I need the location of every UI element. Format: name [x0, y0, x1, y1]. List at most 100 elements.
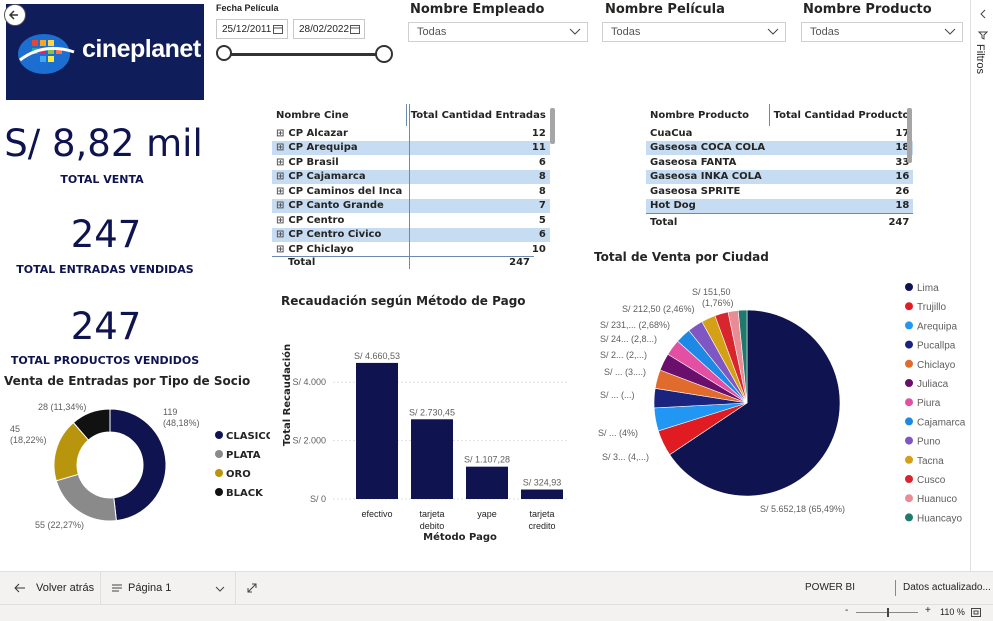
- total-label: Total: [650, 217, 678, 228]
- zoom-slider-handle[interactable]: [887, 608, 889, 617]
- powerbi-link[interactable]: POWER BI: [805, 582, 855, 593]
- back-arrow-button[interactable]: [4, 4, 26, 26]
- table-row[interactable]: ⊞ CP Brasil 6: [272, 155, 550, 170]
- table-row[interactable]: Gaseosa COCA COLA 18: [646, 140, 914, 155]
- page-selector[interactable]: Página 1: [112, 572, 227, 605]
- table-row[interactable]: ⊞ CP Centro 5: [272, 213, 550, 228]
- table-cell-name: Hot Dog: [650, 200, 696, 212]
- bar[interactable]: [466, 466, 508, 499]
- zoom-out-button[interactable]: -: [845, 605, 848, 616]
- expand-icon[interactable]: ⊞: [276, 171, 284, 182]
- legend-label[interactable]: Puno: [917, 437, 941, 448]
- table-row[interactable]: Hot Dog 18: [646, 198, 914, 214]
- table-row[interactable]: CuaCua 17: [646, 126, 913, 141]
- table-cell-value: 16: [895, 171, 910, 183]
- ciudad-pie-chart[interactable]: S/ 5.652,18 (65,49%) S/ 3... (4,...) S/ ..…: [590, 270, 970, 560]
- socio-donut-chart[interactable]: 119 (48,18%) 55 (22,27%) 45 (18,22%) 28 (11,3…: [0, 395, 270, 565]
- column-header[interactable]: Total Cantidad Producto: [769, 104, 913, 126]
- legend-label[interactable]: Huanuco: [917, 494, 957, 505]
- legend-label[interactable]: Pucallpa: [917, 341, 956, 352]
- table-cell-value: 10: [531, 243, 546, 255]
- table-cell-name: ⊞ CP Brasil: [272, 155, 406, 170]
- legend-label[interactable]: CLASICO: [226, 431, 270, 442]
- table-cell-value: 33: [895, 156, 910, 168]
- bar[interactable]: [356, 362, 398, 499]
- legend-marker: [905, 475, 913, 483]
- date-range-start-handle[interactable]: [216, 45, 232, 61]
- expand-icon[interactable]: ⊞: [276, 157, 284, 168]
- table-row[interactable]: ⊞ CP Centro Civico 6: [272, 227, 550, 242]
- bar[interactable]: [411, 419, 453, 499]
- table-row[interactable]: ⊞ CP Chiclayo 10: [272, 242, 550, 257]
- data-label: S/ 3... (4,...): [602, 452, 649, 462]
- collapse-chevron-icon[interactable]: [977, 8, 989, 20]
- donut-slice[interactable]: [55, 473, 117, 522]
- legend-label[interactable]: Lima: [917, 283, 939, 294]
- legend-label[interactable]: Arequipa: [917, 321, 957, 332]
- start-date-input[interactable]: 25/12/2011: [216, 19, 288, 39]
- fit-page-icon[interactable]: [971, 608, 981, 617]
- table-cell-name: CuaCua: [650, 127, 693, 139]
- collapse-icon[interactable]: [246, 582, 258, 594]
- data-label: S/ 324,93: [523, 478, 562, 488]
- table-row[interactable]: ⊞ CP Arequipa 11: [272, 140, 550, 155]
- table-row[interactable]: Gaseosa INKA COLA 16: [646, 169, 914, 184]
- table-cell-value: 17: [895, 127, 910, 139]
- table-scrollbar[interactable]: [907, 108, 912, 163]
- legend-label[interactable]: Cusco: [917, 475, 946, 486]
- expand-icon[interactable]: ⊞: [276, 229, 284, 240]
- pelicula-filter-label: Nombre Película: [605, 2, 725, 17]
- expand-icon[interactable]: ⊞: [276, 215, 284, 226]
- hamburger-icon: [112, 584, 122, 592]
- table-cell-name: ⊞ CP Alcazar: [272, 126, 406, 141]
- table-cell-value: 8: [538, 185, 546, 197]
- back-button[interactable]: Volver atrás: [14, 572, 94, 605]
- legend-marker: [905, 398, 913, 407]
- table-cell-name: Gaseosa INKA COLA: [650, 171, 762, 183]
- pago-bar-chart[interactable]: S/ 0 S/ 2.000 S/ 4.000 S/ 4.660,53 efectivo S…: [278, 312, 578, 567]
- zoom-in-button[interactable]: +: [925, 605, 931, 616]
- empleado-dropdown[interactable]: Todas: [408, 22, 588, 42]
- table-row[interactable]: ⊞ CP Canto Grande 7: [272, 198, 550, 213]
- legend-label[interactable]: Trujillo: [917, 302, 947, 313]
- table-cell-name: Gaseosa FANTA: [650, 156, 737, 168]
- pelicula-dropdown[interactable]: Todas: [602, 22, 786, 42]
- table-row[interactable]: Gaseosa FANTA 33: [646, 155, 913, 170]
- legend-label[interactable]: Piura: [917, 398, 941, 409]
- expand-icon[interactable]: ⊞: [276, 186, 284, 197]
- producto-table[interactable]: Nombre Producto Total Cantidad Producto …: [646, 104, 916, 238]
- expand-icon[interactable]: ⊞: [276, 200, 284, 211]
- legend-label[interactable]: Tacna: [917, 456, 944, 467]
- legend-label[interactable]: PLATA: [226, 450, 261, 461]
- legend-label[interactable]: Huancayo: [917, 513, 962, 524]
- donut-slice[interactable]: [109, 408, 167, 522]
- legend-label[interactable]: BLACK: [226, 488, 264, 499]
- table-row[interactable]: ⊞ CP Cajamarca 8: [272, 169, 550, 184]
- column-header[interactable]: Nombre Cine: [272, 104, 407, 126]
- end-date-input[interactable]: 28/02/2022: [293, 19, 365, 39]
- filters-pane[interactable]: Filtros: [970, 0, 993, 571]
- legend-label[interactable]: ORO: [226, 469, 251, 480]
- date-range-end-handle[interactable]: [375, 45, 393, 63]
- cine-table[interactable]: Nombre Cine Total Cantidad Entradas ⊞ CP …: [272, 104, 562, 269]
- expand-icon[interactable]: ⊞: [276, 244, 284, 255]
- data-label: S/ 5.652,18 (65,49%): [760, 504, 845, 514]
- table-cell-value: 12: [531, 127, 546, 139]
- table-row[interactable]: ⊞ CP Alcazar 12: [272, 126, 550, 141]
- column-header[interactable]: Nombre Producto: [646, 104, 770, 126]
- data-updated-label[interactable]: Datos actualizado...: [903, 582, 991, 593]
- expand-icon[interactable]: ⊞: [276, 128, 284, 139]
- table-scrollbar[interactable]: [550, 108, 555, 144]
- bar[interactable]: [521, 489, 563, 499]
- legend-label[interactable]: Juliaca: [917, 379, 949, 390]
- table-cell-value: 18: [895, 200, 910, 212]
- legend-label[interactable]: Chiclayo: [917, 360, 956, 371]
- table-row[interactable]: ⊞ CP Caminos del Inca 8: [272, 184, 550, 199]
- legend-label[interactable]: Cajamarca: [917, 417, 966, 428]
- legend-marker: [905, 379, 913, 387]
- table-row[interactable]: Gaseosa SPRITE 26: [646, 184, 913, 199]
- column-header[interactable]: Total Cantidad Entradas: [406, 104, 550, 126]
- total-venta-value: S/ 8,82 mil: [4, 122, 203, 165]
- producto-dropdown[interactable]: Todas: [801, 22, 963, 42]
- expand-icon[interactable]: ⊞: [276, 142, 284, 153]
